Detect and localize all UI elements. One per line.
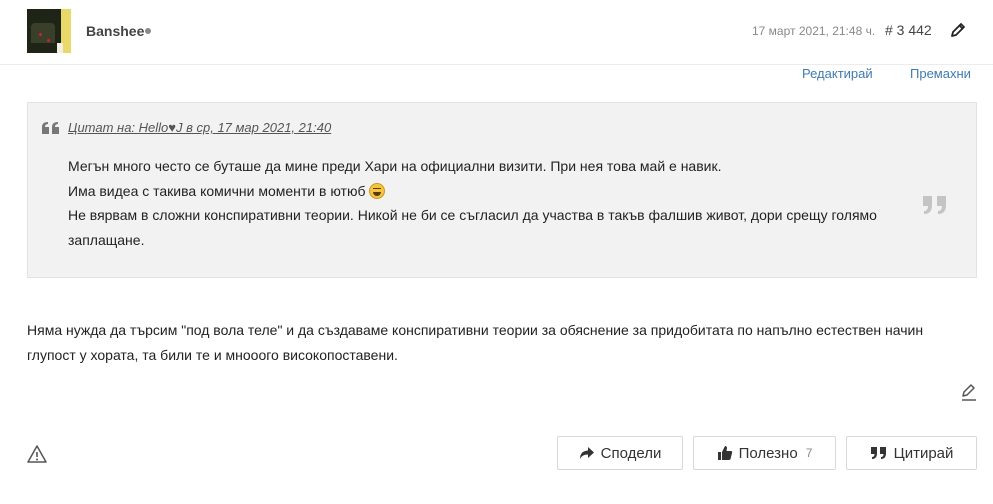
quote-line: Мегън много често се буташе да мине пред… [68, 158, 722, 174]
avatar-dot [39, 33, 42, 36]
pencil-icon[interactable] [949, 21, 967, 39]
remove-link[interactable]: Премахни [910, 66, 971, 81]
quote-open-icon [42, 122, 59, 134]
post-date: 17 март 2021, 21:48 ч. [752, 24, 876, 38]
share-button[interactable]: Сподели [557, 436, 683, 470]
useful-count: 7 [805, 446, 813, 460]
online-status-dot [145, 28, 151, 34]
avatar[interactable] [27, 9, 71, 53]
post-header: Banshee 17 март 2021, 21:48 ч. # 3 442 [0, 0, 993, 65]
post-number[interactable]: # 3 442 [885, 22, 932, 38]
quote-line-text: Има видеа с такива комични моменти в ютю… [68, 182, 366, 199]
quote-line: Не вярвам в сложни конспиративни теории.… [68, 207, 877, 248]
thumbs-up-icon [717, 446, 732, 460]
quote-button[interactable]: Цитирай [846, 436, 977, 470]
grin-emoji-icon [369, 182, 386, 199]
quote-close-icon [923, 196, 946, 214]
avatar-paper [57, 43, 63, 53]
quote-citation-link[interactable]: Цитат на: Hello♥J в ср, 17 мар 2021, 21:… [68, 120, 331, 135]
quote-label: Цитирай [893, 444, 954, 462]
edit-pencil-icon[interactable] [960, 382, 978, 402]
useful-label: Полезно [738, 444, 798, 462]
edit-link[interactable]: Редактирай [802, 66, 873, 81]
post-body-text: Няма нужда да търсим "под вола теле" и д… [27, 322, 924, 363]
avatar-figure [31, 23, 55, 43]
share-arrow-icon [579, 447, 594, 459]
quote-text: Мегън много често се буташе да мине пред… [68, 154, 908, 252]
username[interactable]: Banshee [86, 23, 144, 39]
warning-icon[interactable] [27, 444, 47, 464]
quote-icon [870, 447, 886, 459]
quote-block: Цитат на: Hello♥J в ср, 17 мар 2021, 21:… [27, 102, 977, 278]
share-label: Сподели [600, 444, 662, 462]
quote-line: Има видеа с такива комични моменти в ютю… [68, 179, 908, 204]
avatar-dot [47, 39, 50, 42]
useful-button[interactable]: Полезно 7 [693, 436, 836, 470]
